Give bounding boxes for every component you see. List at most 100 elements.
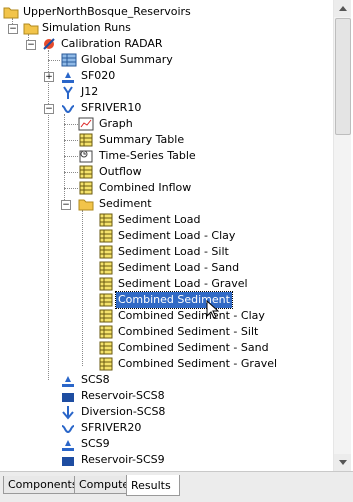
- tree-item-sfriver20[interactable]: SFRIVER20: [0, 420, 330, 436]
- tree-item-time-series-table[interactable]: Time-Series Table: [0, 148, 330, 164]
- collapse-toggle[interactable]: −: [8, 24, 18, 34]
- subbasin-icon: [60, 372, 76, 388]
- collapse-toggle[interactable]: −: [44, 104, 54, 114]
- tree-item-label: Diversion-SCS8: [81, 405, 166, 418]
- tree-item-j12[interactable]: J12: [0, 84, 330, 100]
- tree-item-label: Sediment Load - Clay: [118, 229, 236, 242]
- reach-icon: [60, 100, 76, 116]
- tree-item-sediment[interactable]: − Sediment: [0, 196, 330, 212]
- tree-item-scs8[interactable]: SCS8: [0, 372, 330, 388]
- tree-item-reservoir-scs8[interactable]: Reservoir-SCS8: [0, 388, 330, 404]
- tree-item-label: Combined Sediment - Sand: [118, 341, 269, 354]
- tree-item-label: Sediment Load - Sand: [118, 261, 240, 274]
- reservoir-icon: [60, 452, 76, 468]
- tree-item-label: Global Summary: [81, 53, 173, 66]
- folder-open-icon: [23, 20, 39, 36]
- mouse-cursor-icon: [206, 299, 220, 323]
- watershed-explorer-panel: UpperNorthBosque_Reservoirs − Simulation…: [0, 0, 353, 502]
- reservoir-icon: [60, 388, 76, 404]
- tree-item-scs9[interactable]: SCS9: [0, 436, 330, 452]
- table-icon: [98, 292, 114, 308]
- table-icon: [78, 164, 94, 180]
- tree-item-label: UpperNorthBosque_Reservoirs: [23, 5, 191, 18]
- expand-toggle[interactable]: +: [44, 72, 54, 82]
- scroll-up-button[interactable]: [334, 0, 351, 17]
- tree-item-label: Combined Inflow: [99, 181, 192, 194]
- tree-item-label: SCS8: [81, 373, 110, 386]
- tree-item-combined-sediment[interactable]: Combined Sediment: [0, 291, 330, 309]
- tree-item-label: Summary Table: [99, 133, 185, 146]
- tree-item-sediment-load-silt[interactable]: Sediment Load - Silt: [0, 244, 330, 260]
- table-icon: [98, 324, 114, 340]
- tree-item-label: Sediment Load - Gravel: [118, 277, 248, 290]
- tree-item-label: Combined Sediment - Clay: [118, 309, 265, 322]
- tree-item-simulation-runs[interactable]: − Simulation Runs: [0, 20, 330, 36]
- folder-open-icon: [78, 196, 94, 212]
- tree-item-outflow[interactable]: Outflow: [0, 164, 330, 180]
- collapse-toggle[interactable]: −: [61, 200, 71, 210]
- tree-item-sf020[interactable]: + SF020: [0, 68, 330, 84]
- tree-item-graph[interactable]: Graph: [0, 116, 330, 132]
- tab-results[interactable]: Results: [126, 475, 180, 496]
- tree-item-label: Combined Sediment - Gravel: [118, 357, 278, 370]
- scrollbar-thumb[interactable]: [335, 18, 351, 135]
- vertical-scrollbar[interactable]: [333, 0, 351, 471]
- subbasin-icon: [60, 68, 76, 84]
- scroll-down-button[interactable]: [334, 454, 351, 471]
- tree-item-combined-sediment-silt[interactable]: Combined Sediment - Silt: [0, 324, 330, 340]
- table-icon: [78, 180, 94, 196]
- table-icon: [98, 356, 114, 372]
- tree-item-combined-sediment-clay[interactable]: Combined Sediment - Clay: [0, 308, 330, 324]
- table-icon: [98, 228, 114, 244]
- table-icon: [98, 308, 114, 324]
- tree-item-reservoir-scs9[interactable]: Reservoir-SCS9: [0, 452, 330, 468]
- tree-item-sediment-load[interactable]: Sediment Load: [0, 212, 330, 228]
- tree-item-summary-table[interactable]: Summary Table: [0, 132, 330, 148]
- tree-item-combined-sediment-gravel[interactable]: Combined Sediment - Gravel: [0, 356, 330, 372]
- reach-icon: [60, 420, 76, 436]
- diversion-icon: [60, 404, 76, 420]
- junction-icon: [60, 84, 76, 100]
- tree-item-label: Combined Sediment - Silt: [118, 325, 259, 338]
- graph-icon: [78, 116, 94, 132]
- results-tree: UpperNorthBosque_Reservoirs − Simulation…: [0, 0, 333, 471]
- tree-item-root[interactable]: UpperNorthBosque_Reservoirs: [0, 4, 330, 20]
- table-icon: [98, 260, 114, 276]
- tree-item-label: SFRIVER10: [81, 101, 142, 114]
- tree-item-label: J12: [81, 85, 99, 98]
- tree-item-label: Reservoir-SCS9: [81, 453, 165, 466]
- tree-item-sediment-load-sand[interactable]: Sediment Load - Sand: [0, 260, 330, 276]
- tree-item-label: Graph: [99, 117, 133, 130]
- tree-item-global-summary[interactable]: Global Summary: [0, 52, 330, 68]
- tree-item-label: Calibration RADAR: [61, 37, 163, 50]
- tree-item-sediment-load-gravel[interactable]: Sediment Load - Gravel: [0, 276, 330, 292]
- table-icon: [98, 276, 114, 292]
- tree-item-sediment-load-clay[interactable]: Sediment Load - Clay: [0, 228, 330, 244]
- globe-table-icon: [61, 52, 77, 68]
- folder-icon: [3, 4, 19, 20]
- tree-item-diversion-scs8[interactable]: Diversion-SCS8: [0, 404, 330, 420]
- tree-item-label: Sediment Load: [118, 213, 201, 226]
- time-series-table-icon: [78, 148, 94, 164]
- arrow-up-icon: [339, 6, 347, 11]
- subbasin-icon: [60, 436, 76, 452]
- tree-item-label: SCS9: [81, 437, 110, 450]
- tree-item-label: Reservoir-SCS8: [81, 389, 165, 402]
- table-icon: [98, 244, 114, 260]
- collapse-toggle[interactable]: −: [26, 40, 36, 50]
- tree-item-label: Sediment: [99, 197, 152, 210]
- tree-item-label: Outflow: [99, 165, 142, 178]
- arrow-down-icon: [339, 460, 347, 465]
- tree-item-calibration-radar[interactable]: − Calibration RADAR: [0, 36, 330, 52]
- tab-components[interactable]: Components: [3, 476, 79, 494]
- tree-item-label: SFRIVER20: [81, 421, 142, 434]
- table-icon: [98, 340, 114, 356]
- tree-item-label: SF020: [81, 69, 116, 82]
- tree-item-sfriver10[interactable]: − SFRIVER10: [0, 100, 330, 116]
- tree-item-label: Sediment Load - Silt: [118, 245, 229, 258]
- tree-item-combined-inflow[interactable]: Combined Inflow: [0, 180, 330, 196]
- simulation-run-icon: [41, 36, 57, 52]
- tree-item-combined-sediment-sand[interactable]: Combined Sediment - Sand: [0, 340, 330, 356]
- tab-compute[interactable]: Compute: [74, 476, 132, 494]
- tree-item-label: Time-Series Table: [99, 149, 196, 162]
